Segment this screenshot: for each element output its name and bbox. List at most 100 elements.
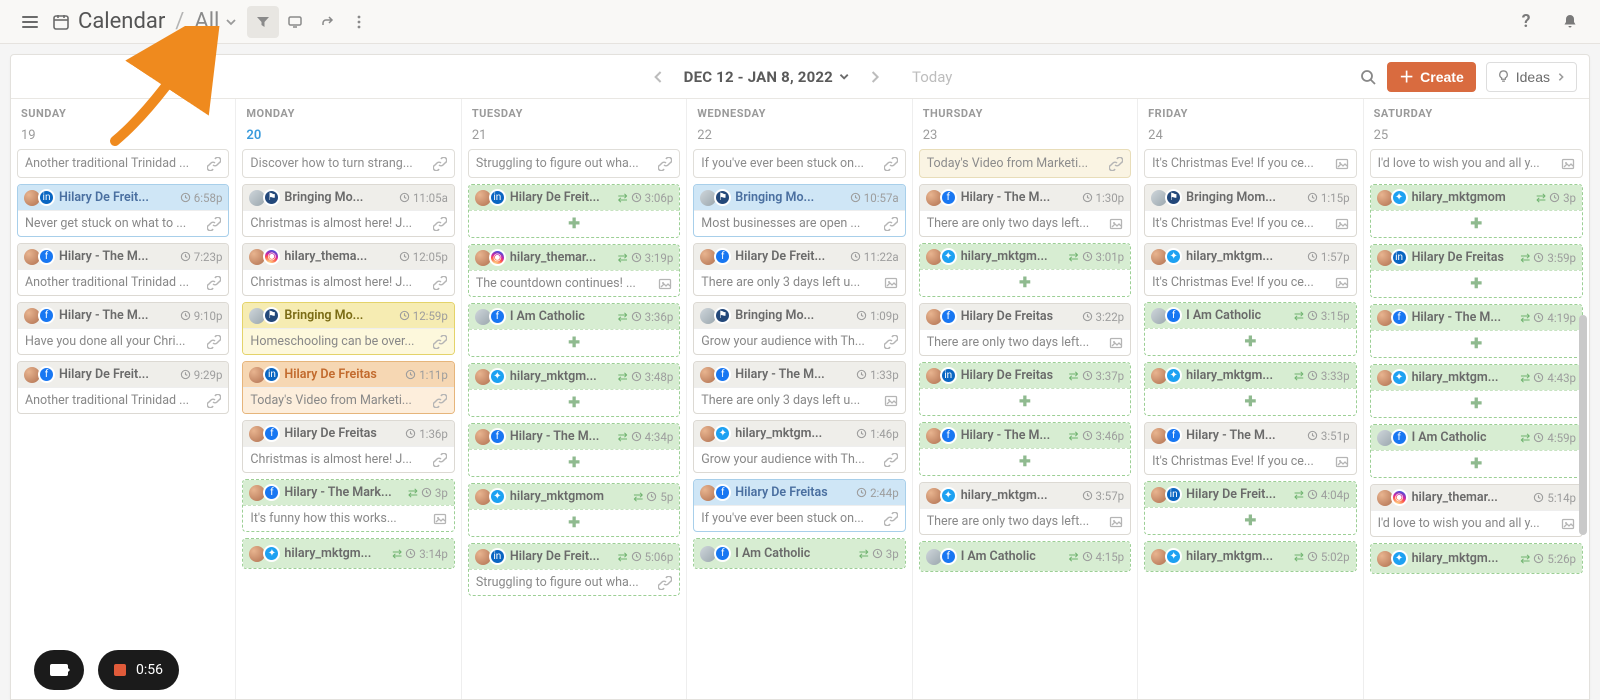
add-content-button[interactable]: ✚: [1371, 390, 1582, 417]
date-range-picker[interactable]: DEC 12 - JAN 8, 2022: [684, 68, 850, 86]
post-card[interactable]: ✦hilary_mktgm...⇄3:33p✚: [1144, 362, 1356, 416]
add-content-button[interactable]: ✚: [1371, 330, 1582, 357]
recorder-time-pill[interactable]: 0:56: [98, 650, 179, 690]
add-content-button[interactable]: ✚: [469, 449, 679, 476]
post-time: 5:26p: [1547, 552, 1576, 566]
post-card[interactable]: ⚑Bringing Mo...10:57aMost businesses are…: [693, 184, 905, 237]
add-content-button[interactable]: ✚: [469, 329, 679, 356]
post-card[interactable]: ⚑Bringing Mo...11:05aChristmas is almost…: [242, 184, 454, 237]
add-content-button[interactable]: ✚: [920, 388, 1130, 415]
recorder-time: 0:56: [136, 662, 163, 678]
add-content-button[interactable]: ✚: [1371, 270, 1582, 297]
post-card[interactable]: fI Am Catholic⇄3p: [693, 538, 905, 569]
post-card[interactable]: fHilary De Freit...9:29pAnother traditio…: [17, 361, 229, 414]
post-card[interactable]: inHilary De Freitas⇄3:37p✚: [919, 362, 1131, 416]
notifications-button[interactable]: [1554, 6, 1586, 38]
post-card[interactable]: fI Am Catholic⇄3:15p✚: [1144, 302, 1356, 356]
ideas-label: Ideas: [1516, 69, 1550, 85]
post-card[interactable]: fHilary De Freitas3:22pThere are only tw…: [919, 303, 1131, 356]
clock-icon: [1533, 312, 1544, 323]
add-content-button[interactable]: ✚: [1145, 507, 1355, 534]
clock-icon: [631, 192, 642, 203]
post-card[interactable]: fHilary De Freitas1:36pChristmas is almo…: [242, 420, 454, 473]
post-card[interactable]: fHilary - The M...1:30pThere are only tw…: [919, 184, 1131, 237]
post-card[interactable]: ✦hilary_mktgm...⇄3:01p✚: [919, 243, 1131, 297]
post-title: I Am Catholic: [735, 546, 854, 561]
post-card[interactable]: ⚑Bringing Mo...1:09pGrow your audience w…: [693, 302, 905, 355]
inline-entry[interactable]: Today's Video from Marketi...: [919, 149, 1131, 178]
post-card[interactable]: inHilary De Freitas⇄3:59p✚: [1370, 244, 1583, 298]
add-content-button[interactable]: ✚: [1371, 450, 1582, 477]
post-card[interactable]: ✦hilary_mktgm...⇄4:43p✚: [1370, 364, 1583, 418]
post-card[interactable]: fI Am Catholic⇄4:15p: [919, 541, 1131, 572]
post-card[interactable]: ✦hilary_mktgm...⇄3:14p: [242, 538, 454, 569]
scrollbar[interactable]: [1579, 175, 1587, 689]
post-card[interactable]: fI Am Catholic⇄3:36p✚: [468, 303, 680, 357]
post-card[interactable]: inHilary De Freit...⇄3:06p✚: [468, 184, 680, 238]
post-card[interactable]: fHilary De Freit...11:22aThere are only …: [693, 243, 905, 296]
post-card[interactable]: ✦hilary_mktgm...1:57pIt's Christmas Eve!…: [1144, 243, 1356, 296]
post-card[interactable]: ✦hilary_mktgmom⇄3p✚: [1370, 184, 1583, 238]
help-button[interactable]: ?: [1510, 6, 1542, 38]
post-card[interactable]: fHilary - The M...7:23pAnother tradition…: [17, 243, 229, 296]
post-card[interactable]: fHilary - The M...⇄4:19p✚: [1370, 304, 1583, 358]
ideas-button[interactable]: Ideas: [1486, 62, 1577, 92]
recorder-camera-button[interactable]: [34, 650, 84, 690]
inline-entry[interactable]: I'd love to wish you and all y...: [1370, 149, 1583, 178]
post-card[interactable]: ⚑Bringing Mo...12:59pHomeschooling can b…: [242, 302, 454, 355]
add-content-button[interactable]: ✚: [1145, 388, 1355, 415]
post-card[interactable]: inHilary De Freit...6:58pNever get stuck…: [17, 184, 229, 237]
post-card[interactable]: ✦hilary_mktgm...1:46pGrow your audience …: [693, 420, 905, 473]
post-card[interactable]: fHilary - The M...⇄3:46p✚: [919, 422, 1131, 476]
filter-button[interactable]: [247, 6, 279, 38]
post-time: 1:57p: [1321, 250, 1350, 264]
breadcrumb[interactable]: Calendar / All: [78, 9, 237, 34]
post-card[interactable]: ✦hilary_mktgm...⇄5:26p: [1370, 543, 1583, 574]
create-button[interactable]: ＋ Create: [1387, 62, 1476, 92]
add-content-button[interactable]: ✚: [1145, 328, 1355, 355]
hamburger-icon[interactable]: [14, 6, 46, 38]
share-button[interactable]: [311, 6, 343, 38]
prev-button[interactable]: [648, 66, 670, 88]
post-card[interactable]: inHilary De Freit...⇄4:04p✚: [1144, 481, 1356, 535]
post-card[interactable]: inHilary De Freitas1:11pToday's Video fr…: [242, 361, 454, 414]
search-button[interactable]: [1359, 68, 1377, 86]
post-card[interactable]: fHilary - The M...⇄4:34p✚: [468, 423, 680, 477]
post-card[interactable]: fHilary De Freitas2:44pIf you've ever be…: [693, 479, 905, 532]
post-title: Bringing Mo...: [735, 190, 846, 205]
add-content-button[interactable]: ✚: [469, 210, 679, 237]
add-content-button[interactable]: ✚: [469, 509, 679, 536]
clock-icon: [1307, 489, 1318, 500]
more-button[interactable]: [343, 6, 375, 38]
inline-entry[interactable]: Discover how to turn strang...: [242, 149, 454, 178]
add-content-button[interactable]: ✚: [920, 269, 1130, 296]
post-card[interactable]: fHilary - The Mark...⇄3pIt's funny how t…: [242, 479, 454, 532]
add-content-button[interactable]: ✚: [920, 448, 1130, 475]
calendar-toolbar: DEC 12 - JAN 8, 2022 Today ＋ Create Idea…: [11, 55, 1589, 99]
today-button[interactable]: Today: [912, 68, 952, 86]
post-card[interactable]: inHilary De Freit...⇄5:06pStruggling to …: [468, 543, 680, 596]
post-card[interactable]: ◉hilary_thema...12:05pChristmas is almos…: [242, 243, 454, 296]
day-number: 21: [468, 124, 680, 149]
post-card[interactable]: ✦hilary_mktgm...⇄5:02p: [1144, 541, 1356, 572]
post-card[interactable]: ⚑Bringing Mom...1:15pIt's Christmas Eve!…: [1144, 184, 1356, 237]
next-button[interactable]: [864, 66, 886, 88]
inline-entry[interactable]: If you've ever been stuck on...: [693, 149, 905, 178]
post-card[interactable]: ✦hilary_mktgm...3:57pThere are only two …: [919, 482, 1131, 535]
inline-entry[interactable]: Struggling to figure out wha...: [468, 149, 680, 178]
post-card[interactable]: ✦hilary_mktgmom⇄5p✚: [468, 483, 680, 537]
network-li-icon: in: [263, 366, 280, 383]
post-card[interactable]: fHilary - The M...3:51pIt's Christmas Ev…: [1144, 422, 1356, 475]
display-button[interactable]: [279, 6, 311, 38]
post-card[interactable]: ✦hilary_mktgm...⇄3:48p✚: [468, 363, 680, 417]
post-card[interactable]: fHilary - The M...9:10pHave you done all…: [17, 302, 229, 355]
add-content-button[interactable]: ✚: [1371, 210, 1582, 237]
inline-entry[interactable]: It's Christmas Eve! If you ce...: [1144, 149, 1356, 178]
inline-entry[interactable]: Another traditional Trinidad ...: [17, 149, 229, 178]
post-card[interactable]: ◉hilary_themar...5:14pI'd love to wish y…: [1370, 484, 1583, 537]
clock-icon: [1533, 372, 1544, 383]
post-card[interactable]: fI Am Catholic⇄4:59p✚: [1370, 424, 1583, 478]
post-card[interactable]: fHilary - The M...1:33pThere are only 3 …: [693, 361, 905, 414]
post-card[interactable]: ◉hilary_themar...⇄3:19pThe countdown con…: [468, 244, 680, 297]
add-content-button[interactable]: ✚: [469, 389, 679, 416]
